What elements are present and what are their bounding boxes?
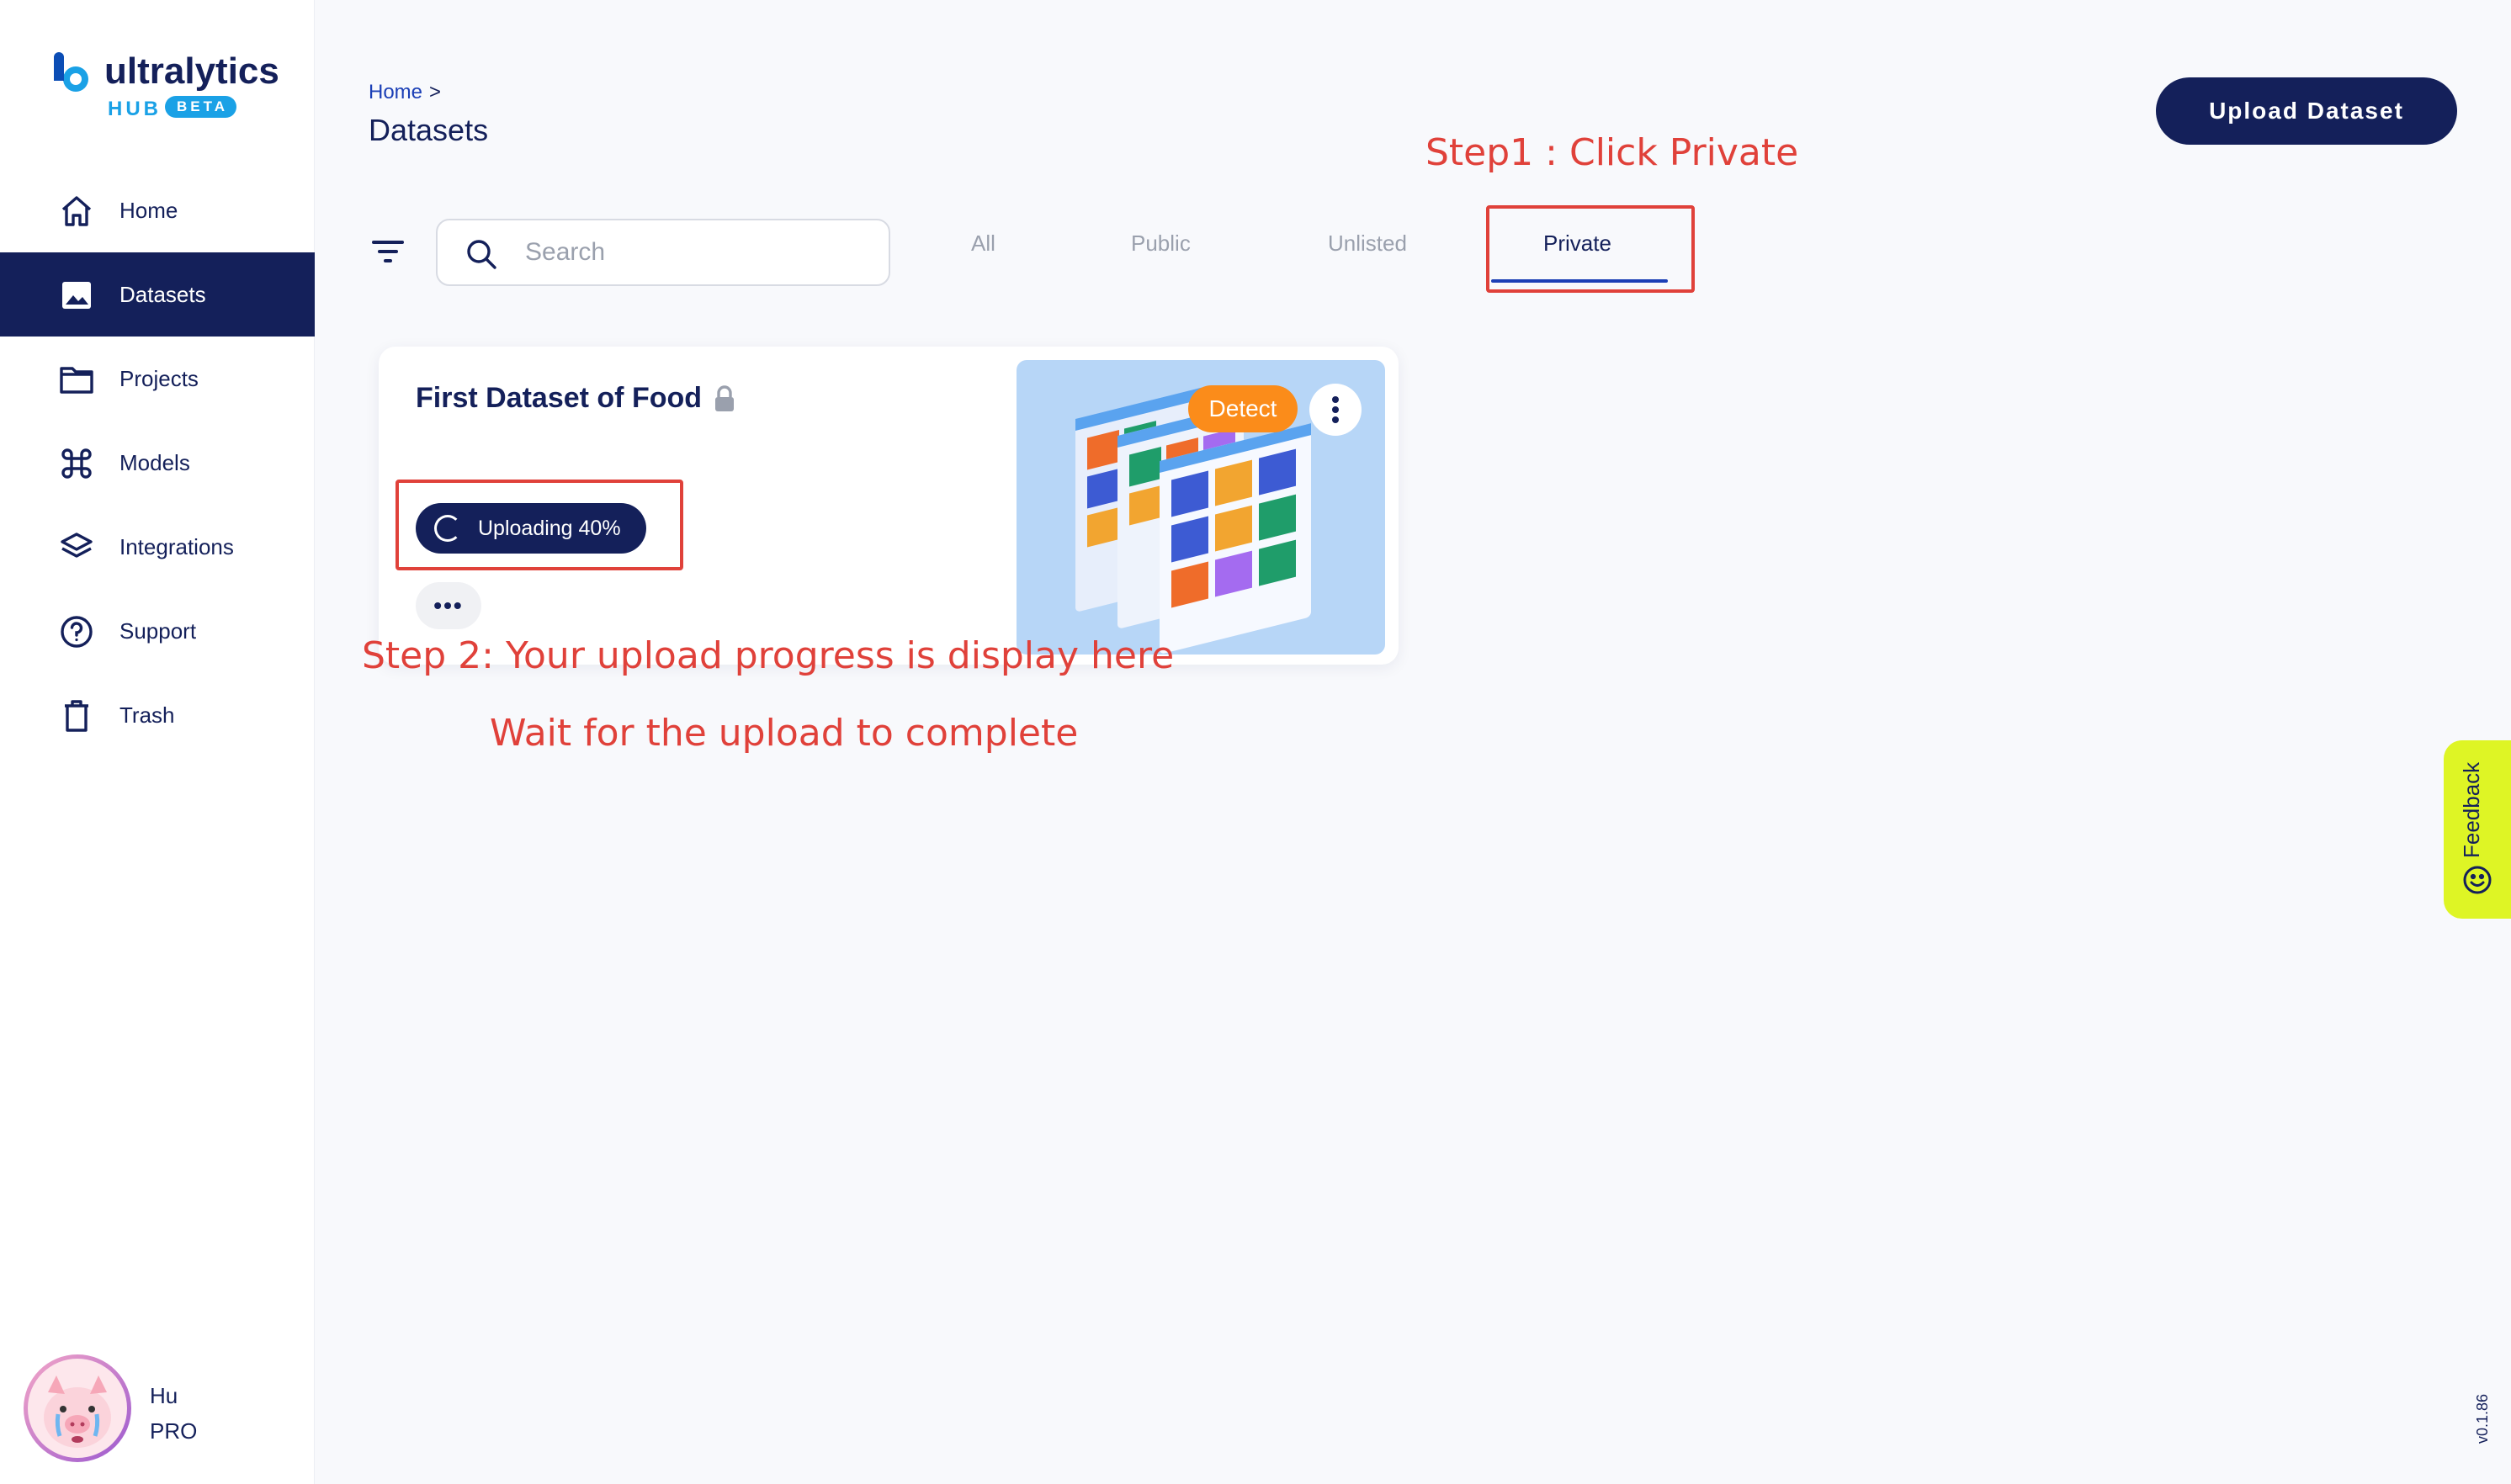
folder-icon <box>60 367 93 394</box>
ultralytics-logo-icon <box>54 52 88 92</box>
sidebar-item-label: Models <box>119 449 190 475</box>
layers-icon <box>61 533 93 558</box>
feedback-label: Feedback <box>2459 761 2484 858</box>
sidebar-item-datasets[interactable]: Datasets <box>0 252 315 337</box>
ultralytics-logo[interactable]: ultralytics HUB BETA <box>52 47 279 123</box>
home-icon <box>61 196 92 226</box>
sidebar-item-label: Trash <box>119 702 175 728</box>
annotation-step1: Step1 : Click Private <box>1425 131 1799 174</box>
pig-avatar-icon <box>28 1359 127 1458</box>
breadcrumb: Home > <box>369 81 441 104</box>
annotation-box-private-tab <box>1486 205 1695 293</box>
sidebar-item-label: Home <box>119 197 178 223</box>
sidebar-item-projects[interactable]: Projects <box>0 337 315 421</box>
dataset-title[interactable]: First Dataset of Food <box>416 382 702 415</box>
breadcrumb-separator: > <box>429 81 442 103</box>
breadcrumb-home-link[interactable]: Home <box>369 81 422 103</box>
command-icon <box>61 448 92 479</box>
sidebar-item-support[interactable]: Support <box>0 589 315 673</box>
annotation-box-upload-status <box>395 480 683 570</box>
logo-hub: HUB <box>108 98 162 120</box>
sidebar-item-label: Projects <box>119 365 199 391</box>
app-version: v0.1.86 <box>2474 1393 2491 1444</box>
task-type-badge: Detect <box>1188 385 1298 432</box>
page-title: Datasets <box>369 113 489 147</box>
help-circle-icon <box>61 616 93 648</box>
user-name: Hu <box>150 1383 178 1408</box>
annotation-step2: Step 2: Your upload progress is display … <box>362 634 1175 677</box>
sidebar-nav: Home Datasets Projects Models Integratio… <box>0 168 315 757</box>
sidebar-item-models[interactable]: Models <box>0 421 315 505</box>
tab-public[interactable]: Public <box>1131 231 1191 257</box>
avatar[interactable] <box>24 1354 131 1462</box>
tab-unlisted[interactable]: Unlisted <box>1328 231 1407 257</box>
more-vertical-icon <box>1332 396 1339 423</box>
sidebar-item-home[interactable]: Home <box>0 168 315 252</box>
more-options-button[interactable]: ••• <box>416 582 481 629</box>
user-profile[interactable]: Hu PRO <box>24 1354 293 1464</box>
sidebar-item-integrations[interactable]: Integrations <box>0 505 315 589</box>
search-input[interactable] <box>525 236 862 269</box>
sidebar-item-trash[interactable]: Trash <box>0 673 315 757</box>
annotation-step2-note: Wait for the upload to complete <box>490 712 1079 755</box>
sidebar: ultralytics HUB BETA Home Datasets Proje… <box>0 0 315 1484</box>
tab-all[interactable]: All <box>971 231 995 257</box>
search-icon <box>467 240 496 269</box>
feedback-tab[interactable]: Feedback <box>2444 740 2511 919</box>
logo-wordmark: ultralytics <box>104 50 279 92</box>
sidebar-item-label: Integrations <box>119 533 234 559</box>
sidebar-item-label: Support <box>119 617 197 644</box>
sidebar-item-label: Datasets <box>119 281 206 307</box>
smiley-icon <box>2463 866 2492 894</box>
lock-icon <box>715 385 734 411</box>
image-icon <box>62 282 91 309</box>
trash-icon <box>65 700 88 732</box>
filter-icon[interactable] <box>372 239 406 264</box>
search-box[interactable] <box>436 219 890 286</box>
upload-dataset-button[interactable]: Upload Dataset <box>2156 77 2457 145</box>
dataset-menu-button[interactable] <box>1309 384 1362 436</box>
beta-badge: BETA <box>165 96 237 118</box>
user-plan: PRO <box>150 1418 198 1444</box>
